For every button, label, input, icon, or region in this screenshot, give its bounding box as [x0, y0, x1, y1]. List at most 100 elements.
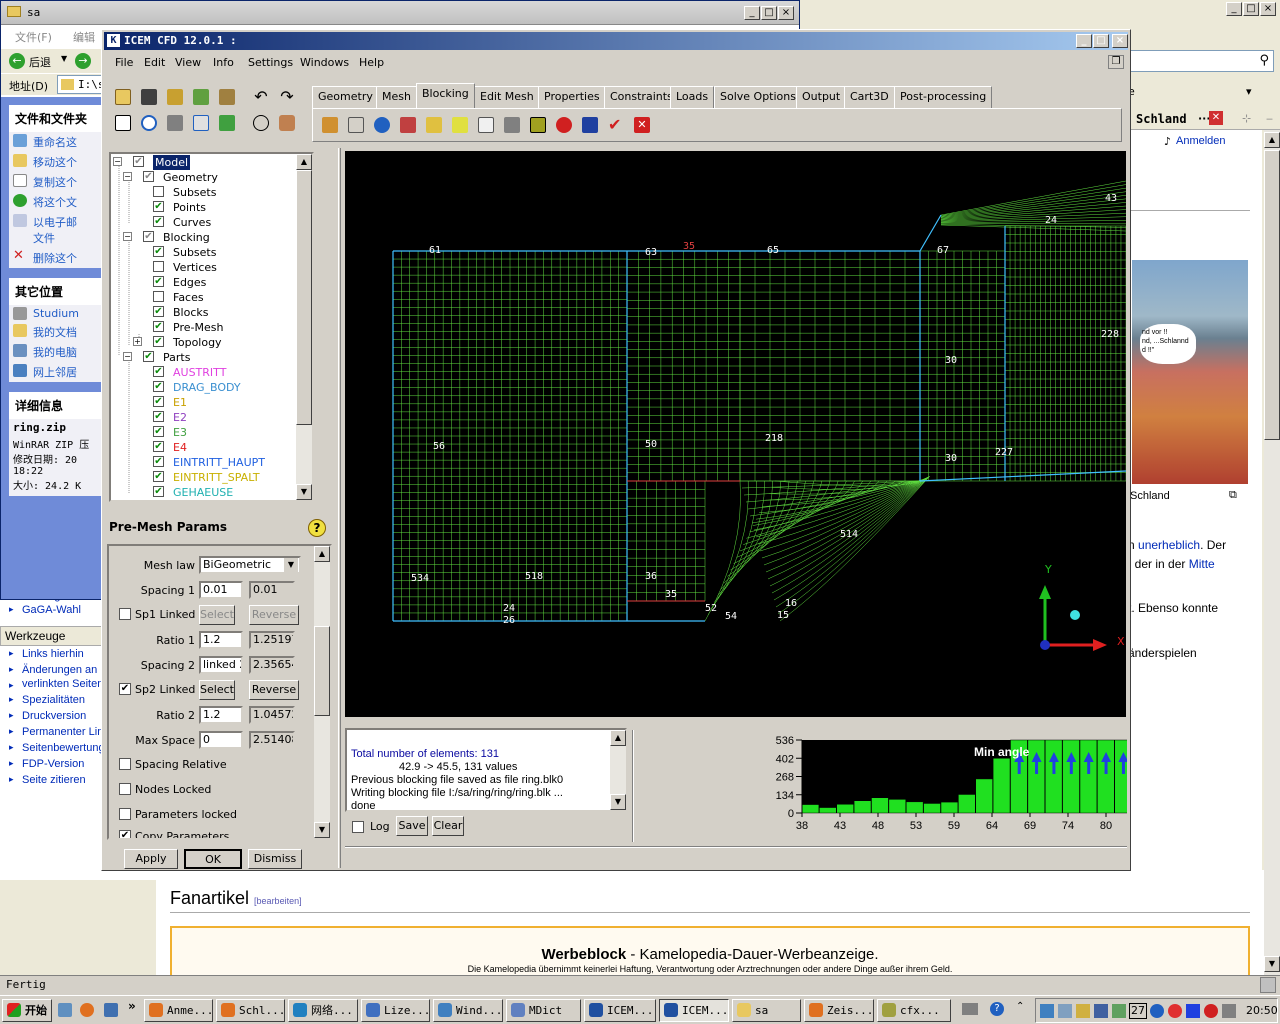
fan-crowd-image[interactable]: nd vor !! nd, ...Schlannd d !!" [1132, 260, 1248, 484]
tab-properties[interactable]: Properties [538, 86, 606, 108]
tray-icon[interactable] [1150, 1004, 1164, 1018]
nodes-locked-checkbox[interactable] [119, 783, 131, 795]
histogram-bar[interactable] [1097, 739, 1115, 814]
refresh-button[interactable] [216, 112, 238, 134]
spacing-relative-checkbox[interactable] [119, 758, 131, 770]
menu-help[interactable]: Help [359, 56, 384, 69]
sp1-select-button[interactable]: Select [199, 605, 235, 625]
ratio1-input[interactable]: 1.2 [199, 631, 243, 649]
histogram-bar[interactable] [871, 797, 889, 814]
tab-blocking[interactable]: Blocking [416, 83, 475, 108]
chevron-down-icon[interactable]: ▾ [1246, 85, 1252, 98]
sp2-linked-checkbox[interactable]: ✔ [119, 683, 131, 695]
split-block-button[interactable] [345, 114, 367, 136]
quality-button[interactable] [553, 114, 575, 136]
volume-icon[interactable] [1222, 1004, 1236, 1018]
histogram-bar[interactable] [1114, 739, 1132, 814]
edit-edge-button[interactable] [501, 114, 523, 136]
view-cube-button[interactable] [164, 112, 186, 134]
browser-search-input[interactable]: ⚲ [1128, 50, 1274, 72]
transform-blocks-button[interactable] [475, 114, 497, 136]
tray-icon[interactable] [1058, 1004, 1072, 1018]
histogram-bar[interactable] [906, 801, 924, 814]
histogram-bar[interactable] [958, 794, 976, 814]
play-icon[interactable] [1186, 1004, 1200, 1018]
edit-block-button[interactable] [397, 114, 419, 136]
tray-icon[interactable] [1168, 1004, 1182, 1018]
open-geometry-button[interactable] [164, 86, 186, 108]
scroll-up-icon[interactable]: ▲ [314, 546, 330, 562]
tray-icon[interactable] [1112, 1004, 1126, 1018]
histogram-bar[interactable] [1062, 739, 1080, 814]
close-button[interactable]: × [778, 6, 794, 20]
sp1-linked-checkbox[interactable] [119, 608, 131, 620]
help-icon[interactable]: ? [990, 1002, 1004, 1016]
close-button[interactable]: × [1112, 34, 1128, 48]
tab-output[interactable]: Output [796, 86, 847, 108]
save-log-button[interactable]: Save [396, 816, 428, 836]
scroll-down-icon[interactable]: ▼ [296, 484, 312, 500]
sp2-select-button[interactable]: Select [199, 680, 235, 700]
fit-window-button[interactable] [112, 112, 134, 134]
browser-tab-label[interactable]: Schland [1136, 112, 1187, 126]
quality-histogram[interactable]: Min angleMin 0.213Max 905364022681340384… [662, 730, 1219, 840]
tree-scrollbar[interactable]: ▲ ▼ [296, 154, 312, 500]
histogram-bar[interactable] [853, 800, 872, 814]
menu-view[interactable]: View [175, 56, 201, 69]
taskbar-button[interactable]: ICEM... [659, 999, 729, 1022]
tab-mesh[interactable]: Mesh [376, 86, 417, 108]
taskbar-button[interactable]: ICEM... [584, 999, 656, 1022]
sp2-reverse-button[interactable]: Reverse [249, 680, 299, 700]
place-my-documents[interactable]: 我的文档 [9, 322, 111, 342]
histogram-bar[interactable] [1027, 739, 1045, 814]
params-scrollbar[interactable]: ▲ ▼ [314, 546, 330, 838]
maximize-button[interactable]: □ [1243, 2, 1259, 16]
histogram-bar[interactable] [1079, 739, 1098, 814]
undo-button[interactable]: ↶ [250, 86, 272, 108]
redo-button[interactable]: ↷ [276, 86, 298, 108]
tab-constraints[interactable]: Constraints [604, 86, 679, 108]
taskbar-button[interactable]: 网络... [288, 999, 358, 1022]
tab-solve-options[interactable]: Solve Options [714, 86, 802, 108]
histogram-bar[interactable] [819, 807, 837, 814]
task-email[interactable]: 以电子邮 文件 [9, 212, 111, 248]
sp1-reverse-button[interactable]: Reverse [249, 605, 299, 625]
message-scrollbar[interactable]: ▲ ▼ [610, 730, 626, 810]
tab-post-processing[interactable]: Post-processing [894, 86, 993, 108]
log-checkbox[interactable] [352, 821, 364, 833]
scroll-thumb[interactable] [314, 626, 330, 716]
histogram-bar[interactable] [1045, 739, 1063, 814]
edit-section-link[interactable]: [bearbeiten] [254, 896, 302, 906]
forward-arrow-icon[interactable]: → [75, 53, 91, 69]
menu-info[interactable]: Info [213, 56, 234, 69]
check-button[interactable]: ✔ [605, 114, 627, 136]
help-icon[interactable]: ? [308, 519, 326, 537]
histogram-bar[interactable] [975, 778, 993, 814]
tab-list-icon[interactable]: ‒ [1266, 112, 1273, 125]
scroll-down-icon[interactable]: ▼ [610, 794, 626, 810]
move-vertex-button[interactable] [449, 114, 471, 136]
place-network[interactable]: 网上邻居 [9, 362, 111, 382]
panel-splitter[interactable] [338, 148, 341, 868]
scroll-track[interactable] [610, 746, 626, 794]
app-icon[interactable] [104, 1003, 118, 1017]
tab-edit-mesh[interactable]: Edit Mesh [474, 86, 540, 108]
apply-button[interactable]: Apply [124, 849, 178, 869]
open-folder-button[interactable] [112, 86, 134, 108]
scroll-thumb[interactable] [1264, 150, 1280, 440]
task-move[interactable]: 移动这个 [9, 152, 111, 172]
place-studium[interactable]: Studium [9, 305, 111, 322]
max-space-input[interactable]: 0 [199, 731, 243, 749]
quicklaunch-icon[interactable] [58, 1003, 72, 1017]
chevron-right-icon[interactable]: » [128, 999, 136, 1013]
maximize-button[interactable]: □ [761, 6, 777, 20]
task-copy[interactable]: 复制这个 [9, 172, 111, 192]
tray-icon[interactable] [1076, 1004, 1090, 1018]
menu-file[interactable]: File [115, 56, 133, 69]
scroll-down-icon[interactable]: ▼ [314, 822, 330, 838]
tray-icon[interactable] [1094, 1004, 1108, 1018]
open-mesh-button[interactable] [190, 86, 212, 108]
chevron-up-icon[interactable]: ⌃ [1016, 1001, 1024, 1012]
histogram-bar[interactable] [801, 804, 820, 814]
menu-edit[interactable]: Edit [144, 56, 165, 69]
